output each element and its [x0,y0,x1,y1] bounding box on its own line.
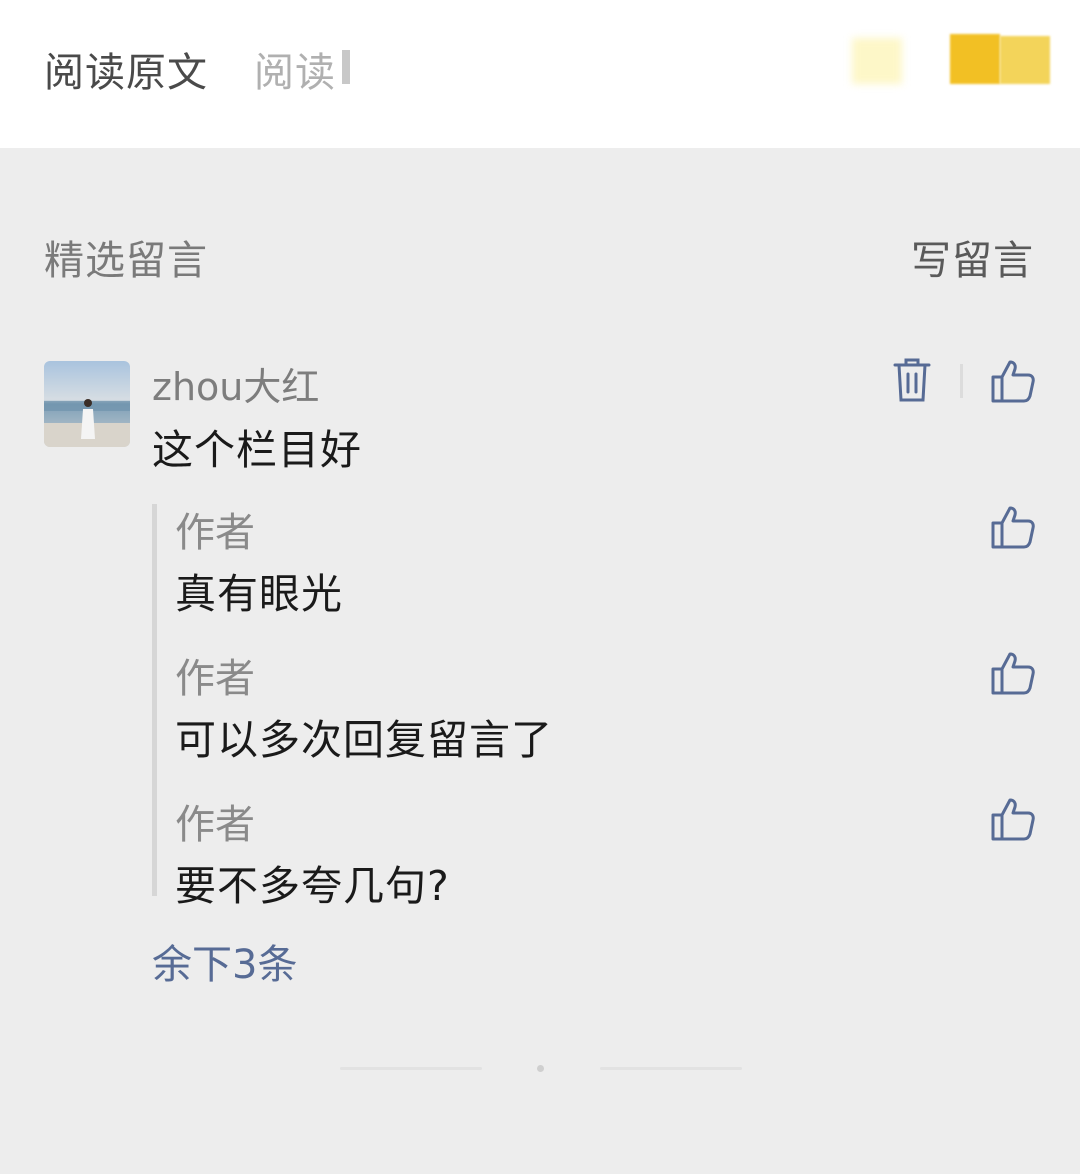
article-footer-bar: 阅读原文 阅读 [0,0,1080,148]
reply-author: 作者 [175,510,255,556]
reply-text: 真有眼光 [175,570,343,618]
thumbs-up-icon[interactable] [990,796,1036,842]
thumbs-up-icon[interactable] [990,358,1036,404]
more-replies-link[interactable]: 余下3条 [152,932,297,990]
read-count-obscured [342,50,350,84]
end-divider-left [340,1067,482,1070]
trash-icon[interactable] [892,356,932,404]
reply-author: 作者 [175,802,255,848]
reply-text: 要不多夸几句? [175,862,450,910]
read-original-link[interactable]: 阅读原文 [44,40,208,98]
reply-author: 作者 [175,656,255,702]
blurred-icon [1000,36,1050,84]
comment-author[interactable]: zhou大红 [152,356,319,411]
avatar[interactable] [44,361,130,447]
blurred-icon [852,38,902,84]
featured-comments-title: 精选留言 [44,238,208,284]
blurred-icon [950,34,1000,84]
thumbs-up-icon[interactable] [990,504,1036,550]
reply-thread-bar [152,504,157,896]
reply-text: 可以多次回复留言了 [175,716,553,764]
end-divider-right [600,1067,742,1070]
read-count-label: 阅读 [254,50,336,96]
comment-text: 这个栏目好 [152,426,362,474]
write-comment-button[interactable]: 写留言 [911,228,1034,286]
action-separator [960,364,963,398]
thumbs-up-icon[interactable] [990,650,1036,696]
end-divider-dot [537,1065,544,1072]
